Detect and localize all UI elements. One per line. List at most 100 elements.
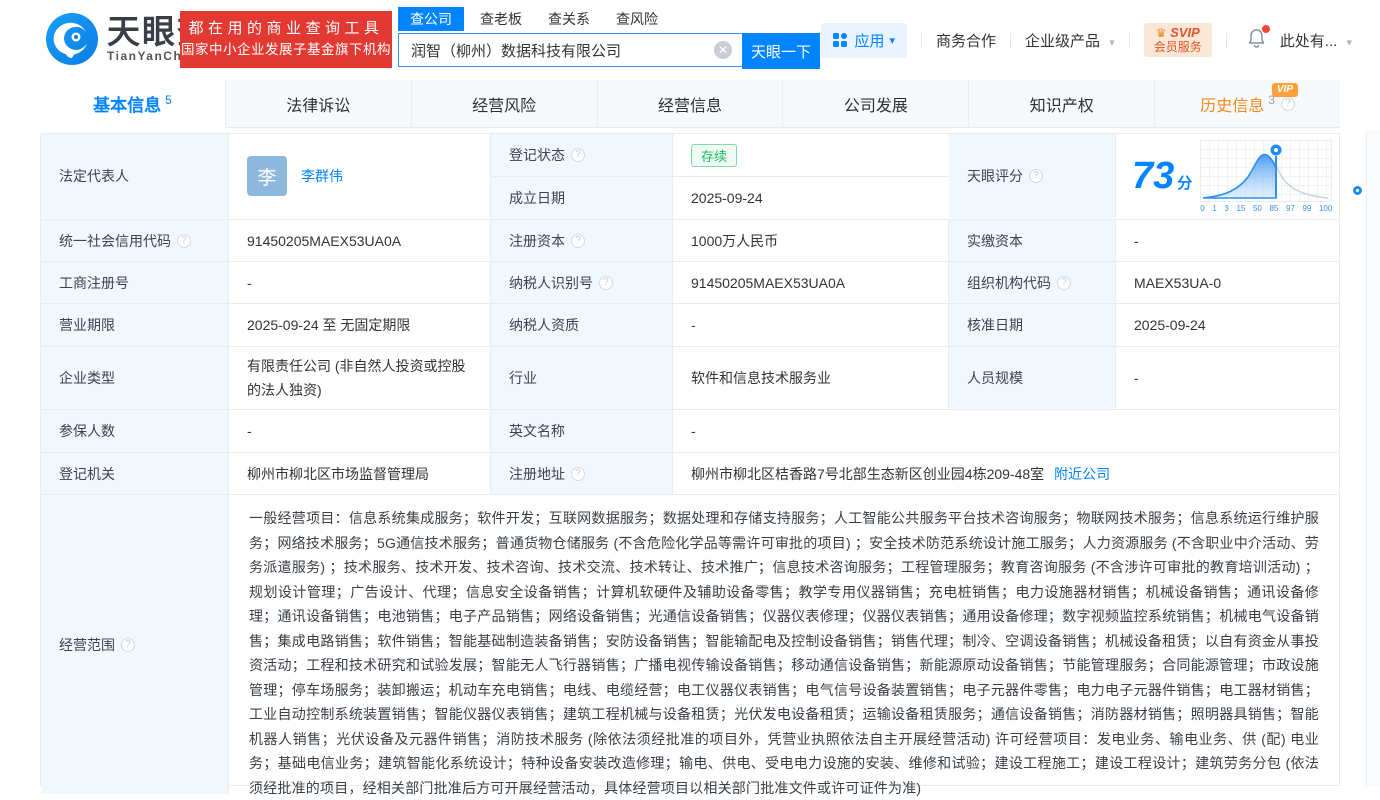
credit-code-label: 统一社会信用代码 ?	[41, 220, 229, 261]
tab-label: 法律诉讼	[286, 92, 350, 116]
tab-basic-info[interactable]: 基本信息 5	[40, 80, 226, 128]
reg-capital-value: 1000万人民币	[673, 220, 949, 261]
search-input[interactable]	[398, 33, 742, 67]
notification-dot	[1262, 25, 1270, 33]
help-icon[interactable]: ?	[599, 276, 613, 290]
business-scope-label: 经营范围 ?	[41, 495, 229, 794]
tab-label: 经营风险	[472, 92, 536, 116]
help-icon[interactable]: ?	[1057, 276, 1071, 290]
tianyancha-logo-icon	[45, 12, 99, 66]
tab-operating-risk[interactable]: 经营风险	[412, 80, 598, 127]
floating-anchor-icon[interactable]	[1353, 186, 1362, 195]
apps-label: 应用	[854, 30, 884, 51]
reg-number-value: -	[229, 262, 491, 303]
help-icon[interactable]: ?	[571, 234, 585, 248]
brand-slogan-badge: 都在用的商业查询工具 国家中小企业发展子基金旗下机构	[180, 11, 392, 68]
reg-authority-label: 登记机关	[41, 453, 229, 494]
reg-status-value: 存续	[673, 134, 949, 176]
tab-legal-litigation[interactable]: 法律诉讼	[226, 80, 412, 127]
status-badge: 存续	[691, 144, 737, 167]
page-header: 天眼查 TianYanCha.com 都在用的商业查询工具 国家中小企业发展子基…	[0, 0, 1380, 80]
score-value: 73 分	[1116, 134, 1339, 218]
taxpayer-id-value: 91450205MAEX53UA0A	[673, 262, 949, 303]
enterprise-products-menu[interactable]: 企业级产品 ▾	[1025, 30, 1115, 51]
chevron-down-icon: ▾	[1109, 37, 1115, 49]
status-date-stack: 登记状态 ? 存续 成立日期 2025-09-24	[491, 134, 949, 219]
legal-rep-label: 法定代表人	[41, 134, 229, 218]
tab-operating-info[interactable]: 经营信息	[598, 80, 784, 127]
score-unit: 分	[1177, 172, 1192, 193]
search-tab-company[interactable]: 查公司	[398, 7, 464, 31]
insured-count-label: 参保人数	[41, 410, 229, 452]
user-account-label: 此处有...	[1280, 33, 1338, 50]
english-name-value: -	[673, 410, 1339, 452]
search-tab-boss[interactable]: 查老板	[480, 9, 522, 29]
table-row: 经营范围 ? 一般经营项目：信息系统集成服务；软件开发；互联网数据服务；数据处理…	[41, 495, 1339, 794]
score-number: 73	[1132, 157, 1174, 195]
help-icon[interactable]: ?	[177, 234, 191, 248]
basic-info-table: 法定代表人 李 李群伟 登记状态 ? 存续 成立日期 2025-09-24 天眼…	[40, 133, 1340, 786]
divider	[921, 33, 922, 48]
header-nav: 应用 ▾ 商务合作 企业级产品 ▾ ♛ SVIP 会员服务 此处有... ▾	[821, 22, 1352, 58]
table-row: 工商注册号 - 纳税人识别号 ? 91450205MAEX53UA0A 组织机构…	[41, 262, 1339, 304]
svip-member-button[interactable]: ♛ SVIP 会员服务	[1144, 23, 1212, 57]
business-term-value: 2025-09-24 至 无固定期限	[229, 304, 491, 346]
apps-grid-icon	[833, 33, 847, 47]
taxpayer-quali-value: -	[673, 304, 949, 346]
industry-label: 行业	[491, 347, 673, 409]
reg-number-label: 工商注册号	[41, 262, 229, 303]
org-code-value: MAEX53UA-0	[1116, 262, 1339, 303]
est-date-value: 2025-09-24	[673, 177, 949, 219]
tab-label: 公司发展	[844, 92, 908, 116]
table-row: 统一社会信用代码 ? 91450205MAEX53UA0A 注册资本 ? 100…	[41, 220, 1339, 262]
paid-capital-label: 实缴资本	[949, 220, 1116, 261]
nearby-companies-link[interactable]: 附近公司	[1054, 464, 1110, 484]
crown-icon: ♛	[1156, 26, 1167, 40]
help-icon[interactable]: ?	[571, 467, 585, 481]
business-cooperation-link[interactable]: 商务合作	[936, 30, 996, 51]
english-name-label: 英文名称	[491, 410, 673, 452]
help-icon[interactable]: ?	[571, 148, 585, 162]
search-tab-relation[interactable]: 查关系	[548, 9, 590, 29]
right-scroll-rail[interactable]	[1366, 130, 1380, 786]
table-row: 营业期限 2025-09-24 至 无固定期限 纳税人资质 - 核准日期 202…	[41, 304, 1339, 347]
search-area: 查公司 查老板 查关系 查风险 ✕ 天眼一下	[398, 6, 820, 69]
score-curve	[1201, 141, 1331, 201]
business-term-label: 营业期限	[41, 304, 229, 346]
score-gauge-chart: 01 315 5085 9799 100	[1200, 140, 1332, 213]
slogan-line2: 国家中小企业发展子基金旗下机构	[180, 40, 392, 60]
search-tab-risk[interactable]: 查风险	[616, 9, 658, 29]
vip-badge: VIP	[1272, 83, 1298, 97]
clear-search-icon[interactable]: ✕	[714, 41, 732, 59]
tab-company-development[interactable]: 公司发展	[783, 80, 969, 127]
credit-code-value: 91450205MAEX53UA0A	[229, 220, 491, 261]
tab-label: 知识产权	[1030, 92, 1094, 116]
slogan-line1: 都在用的商业查询工具	[180, 18, 392, 40]
est-date-label: 成立日期	[491, 177, 673, 219]
reg-capital-label: 注册资本 ?	[491, 220, 673, 261]
tab-history-info[interactable]: VIP 历史信息 3 ?	[1155, 80, 1340, 127]
legal-rep-value: 李 李群伟	[229, 134, 491, 218]
table-row: 参保人数 - 英文名称 -	[41, 410, 1339, 453]
notifications-button[interactable]	[1247, 28, 1266, 53]
search-button[interactable]: 天眼一下	[742, 33, 820, 69]
tab-label: 基本信息	[93, 91, 161, 116]
business-scope-value: 一般经营项目：信息系统集成服务；软件开发；互联网数据服务；数据处理和存储支持服务…	[229, 495, 1339, 794]
svip-label: SVIP	[1170, 25, 1200, 40]
divider	[1226, 33, 1227, 48]
svip-service-label: 会员服务	[1154, 40, 1202, 54]
legal-rep-link[interactable]: 李群伟	[301, 166, 343, 186]
reg-address-value: 柳州市柳北区桔香路7号北部生态新区创业园4栋209-48室 附近公司	[673, 453, 1339, 494]
approval-date-value: 2025-09-24	[1116, 304, 1339, 346]
avatar[interactable]: 李	[247, 156, 287, 196]
help-icon[interactable]: ?	[121, 638, 135, 652]
help-icon[interactable]: ?	[1029, 169, 1043, 183]
taxpayer-quali-label: 纳税人资质	[491, 304, 673, 346]
tab-label: 历史信息	[1200, 92, 1264, 116]
apps-menu-button[interactable]: 应用 ▾	[821, 23, 907, 58]
staff-size-label: 人员规模	[949, 347, 1116, 409]
industry-value: 软件和信息技术服务业	[673, 347, 949, 409]
help-icon[interactable]: ?	[1281, 97, 1295, 111]
tab-intellectual-property[interactable]: 知识产权	[969, 80, 1155, 127]
user-account-menu[interactable]: 此处有... ▾	[1280, 30, 1352, 51]
